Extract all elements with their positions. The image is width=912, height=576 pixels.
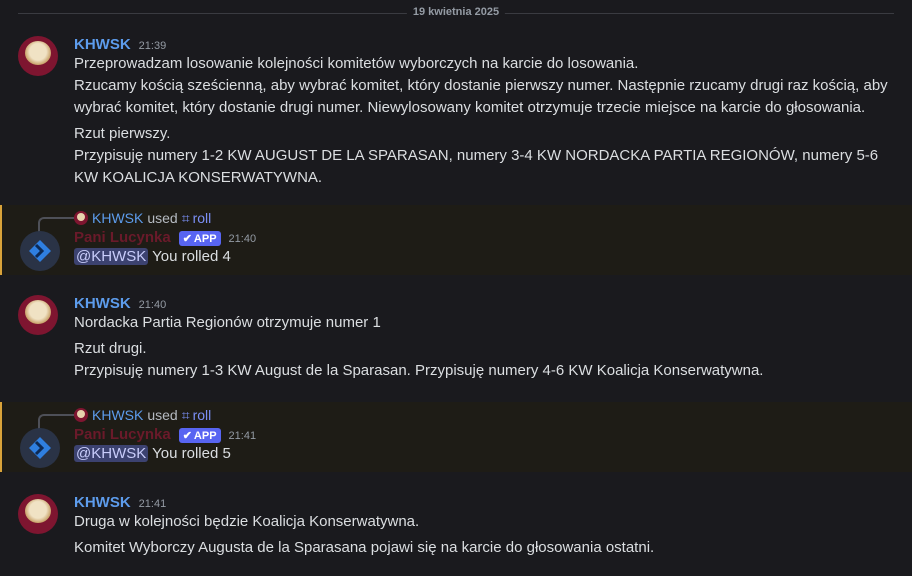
avatar[interactable] [18, 295, 58, 335]
mini-avatar [74, 211, 88, 225]
message-text: Nordacka Partia Regionów otrzymuje numer… [74, 314, 381, 331]
slash-command-icon: ⌗ [181, 209, 190, 226]
message-timestamp: 21:41 [228, 430, 257, 442]
message-timestamp: 21:40 [228, 233, 257, 245]
message-text: Rzut pierwszy. [74, 125, 171, 142]
user-mention[interactable]: @KHWSK [74, 248, 149, 265]
slash-command[interactable]: ⌗ roll [182, 210, 212, 227]
roll-result: You rolled 5 [152, 445, 231, 462]
message-timestamp: 21:40 [138, 299, 167, 311]
app-badge-label: APP [193, 429, 217, 442]
message-timestamp: 21:41 [138, 498, 167, 510]
bot-avatar[interactable] [20, 428, 60, 468]
message-author[interactable]: KHWSK [74, 36, 131, 53]
command-message: KHWSK used ⌗ roll Pani Lucynka ✔ APP 21:… [0, 205, 912, 275]
message-text: Rzucamy kością sześcienną, aby wybrać ko… [74, 77, 888, 116]
message-text: Przypisuję numery 1-3 KW August de la Sp… [74, 362, 764, 379]
bot-name[interactable]: Pani Lucynka [74, 229, 171, 246]
verified-check-icon: ✔ [182, 430, 192, 442]
message: KHWSK 21:41 Druga w kolejności będzie Ko… [0, 472, 912, 559]
command-reply-header[interactable]: KHWSK used ⌗ roll [74, 207, 912, 229]
slash-command-label: roll [192, 407, 212, 423]
message: KHWSK 21:40 Nordacka Partia Regionów otr… [0, 275, 912, 402]
bot-logo-icon [29, 240, 51, 262]
command-user[interactable]: KHWSK [92, 407, 143, 423]
user-mention[interactable]: @KHWSK [74, 445, 149, 462]
slash-command-icon: ⌗ [181, 406, 190, 423]
app-badge-label: APP [193, 232, 217, 245]
mini-avatar [74, 408, 88, 422]
date-divider: 19 kwietnia 2025 [0, 0, 912, 28]
app-badge: ✔ APP [178, 428, 221, 443]
message-author[interactable]: KHWSK [74, 494, 131, 511]
message-text: Przypisuję numery 1-2 KW AUGUST DE LA SP… [74, 147, 879, 186]
date-divider-label: 19 kwietnia 2025 [406, 6, 506, 18]
avatar-face [25, 41, 51, 65]
bot-logo-icon [29, 437, 51, 459]
app-badge: ✔ APP [178, 231, 221, 246]
message-author[interactable]: KHWSK [74, 295, 131, 312]
bot-avatar[interactable] [20, 231, 60, 271]
command-reply-header[interactable]: KHWSK used ⌗ roll [74, 404, 912, 426]
message-text: Druga w kolejności będzie Koalicja Konse… [74, 513, 420, 530]
avatar[interactable] [18, 36, 58, 76]
avatar-face [25, 499, 51, 523]
slash-command[interactable]: ⌗ roll [182, 407, 212, 424]
message-timestamp: 21:39 [138, 40, 167, 52]
used-label: used [147, 407, 178, 423]
avatar[interactable] [18, 494, 58, 534]
message-text: Przeprowadzam losowanie kolejności komit… [74, 55, 639, 72]
verified-check-icon: ✔ [182, 233, 192, 245]
slash-command-label: roll [192, 210, 212, 226]
used-label: used [147, 210, 178, 226]
command-message: KHWSK used ⌗ roll Pani Lucynka ✔ APP 21:… [0, 402, 912, 472]
command-user[interactable]: KHWSK [92, 210, 143, 226]
avatar-face [25, 300, 51, 324]
message-text: Rzut drugi. [74, 340, 147, 357]
roll-result: You rolled 4 [152, 248, 231, 265]
message: KHWSK 21:39 Przeprowadzam losowanie kole… [0, 28, 912, 205]
bot-name[interactable]: Pani Lucynka [74, 426, 171, 443]
message-text: Komitet Wyborczy Augusta de la Sparasana… [74, 539, 655, 556]
